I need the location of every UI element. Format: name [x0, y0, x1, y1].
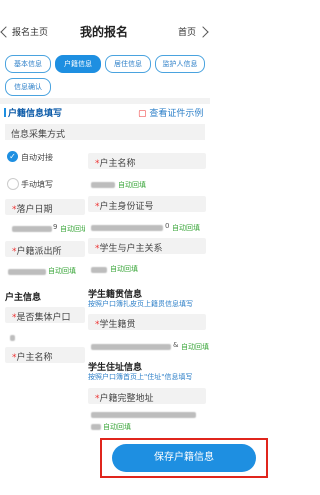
settle-date-autofill: 自动回填 — [60, 225, 88, 233]
tab-guardian-info[interactable]: 监护人信息 — [155, 55, 205, 73]
address-section-note: 按照户口簿首页上"住址"信息填写 — [88, 373, 193, 381]
tab-household-info[interactable]: 户籍信息 — [55, 55, 101, 73]
address-label: *户籍完整地址 — [95, 394, 154, 404]
address-value-line2-redacted — [91, 424, 101, 430]
tab-confirm-info[interactable]: 信息确认 — [5, 78, 51, 96]
section-title-text: 户籍信息填写 — [8, 109, 63, 119]
tab-basic-info[interactable]: 基本信息 — [5, 55, 51, 73]
divider — [0, 98, 210, 104]
owner-id-label: *户主身份证号 — [95, 202, 154, 212]
address-autofill: 自动回填 — [103, 423, 131, 431]
owner-id-value-redacted — [91, 225, 163, 231]
chevron-left-icon — [0, 25, 12, 38]
relation-value-redacted — [91, 267, 107, 273]
home-button[interactable]: 首页 — [178, 25, 209, 38]
settle-date-value-redacted — [12, 226, 52, 232]
owner-name-label-left: *户主名称 — [12, 353, 53, 363]
tab-residence-info[interactable]: 居住信息 — [105, 55, 151, 73]
native-label: *学生籍贯 — [95, 320, 136, 330]
example-link-text: 查看证件示例 — [149, 109, 204, 119]
owner-id-tail: 0 — [165, 222, 170, 230]
police-station-value-redacted — [8, 269, 46, 275]
home-label: 首页 — [178, 28, 197, 38]
native-value-redacted — [91, 344, 171, 350]
native-section-note: 按照户口簿扎皮页上籍贯信息填写 — [88, 300, 193, 308]
settle-date-tail: 9 — [53, 223, 58, 231]
address-value-line1-redacted — [91, 412, 196, 418]
relation-label: *学生与户主关系 — [95, 244, 163, 254]
owner-name-label: *户主名称 — [95, 159, 136, 169]
collect-method-label: 信息采集方式 — [11, 130, 66, 140]
back-button[interactable]: 报名主页 — [0, 25, 49, 38]
radio-manual-label: 手动填写 — [21, 180, 53, 189]
settle-date-label: *落户日期 — [12, 205, 53, 215]
owner-name-autofill: 自动回填 — [118, 181, 146, 189]
section-accent-bar — [4, 108, 6, 117]
owner-name-value-redacted — [91, 182, 115, 188]
native-autofill: 自动回填 — [181, 343, 209, 351]
highlight-box — [100, 438, 268, 478]
radio-auto-label: 自动对接 — [21, 153, 53, 162]
back-label: 报名主页 — [12, 28, 49, 38]
document-icon: ▢ — [138, 109, 147, 119]
example-link[interactable]: ▢ 查看证件示例 — [138, 106, 203, 119]
owner-section-title: 户主信息 — [5, 293, 42, 303]
chevron-right-icon — [197, 25, 209, 38]
collective-label: *是否集体户口 — [12, 313, 71, 323]
radio-manual[interactable] — [7, 178, 19, 190]
owner-id-autofill: 自动回填 — [172, 224, 200, 232]
relation-autofill: 自动回填 — [110, 265, 138, 273]
section-title-household: 户籍信息填写 — [4, 106, 62, 119]
police-station-label: *户籍派出所 — [12, 247, 62, 257]
police-station-autofill: 自动回填 — [48, 267, 76, 275]
native-tail: & — [173, 341, 179, 349]
radio-auto[interactable]: ✓ — [7, 151, 18, 162]
page-title: 我的报名 — [80, 25, 129, 39]
collective-value-redacted — [10, 335, 15, 341]
